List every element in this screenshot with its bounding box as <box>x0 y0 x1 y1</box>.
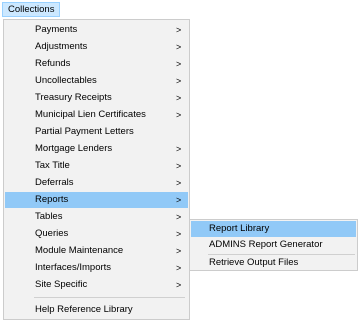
submenu-item-retrieve-output-files[interactable]: Retrieve Output Files <box>191 255 356 271</box>
menu-item-deferrals[interactable]: Deferrals > <box>5 175 188 191</box>
reports-submenu: Report Library ADMINS Report Generator R… <box>189 219 358 271</box>
menu-item-payments[interactable]: Payments > <box>5 22 188 38</box>
menu-item-label: Site Specific <box>35 279 88 290</box>
menu-item-help-reference-library[interactable]: Help Reference Library <box>5 302 188 318</box>
menu-item-label: Help Reference Library <box>35 304 133 315</box>
chevron-right-icon: > <box>176 280 182 290</box>
menu-separator <box>34 297 185 298</box>
menu-item-label: Tables <box>35 211 63 222</box>
menu-item-reports[interactable]: Reports > <box>5 192 188 208</box>
submenu-item-admins-report-generator[interactable]: ADMINS Report Generator <box>191 237 356 253</box>
chevron-right-icon: > <box>176 144 182 154</box>
menu-item-municipal-lien-certificates[interactable]: Municipal Lien Certificates > <box>5 107 188 123</box>
menu-item-label: Partial Payment Letters <box>35 126 134 137</box>
submenu-item-label: Retrieve Output Files <box>209 257 299 268</box>
menu-item-label: Refunds <box>35 58 71 69</box>
menu-item-label: Interfaces/Imports <box>35 262 112 273</box>
chevron-right-icon: > <box>176 76 182 86</box>
menu-item-module-maintenance[interactable]: Module Maintenance > <box>5 243 188 259</box>
collections-dropdown: Payments > Adjustments > Refunds > Uncol… <box>3 19 190 320</box>
submenu-item-label: Report Library <box>209 223 270 234</box>
chevron-right-icon: > <box>176 178 182 188</box>
menu-item-label: Reports <box>35 194 69 205</box>
chevron-right-icon: > <box>176 93 182 103</box>
chevron-right-icon: > <box>176 212 182 222</box>
menu-item-label: Deferrals <box>35 177 74 188</box>
chevron-right-icon: > <box>176 161 182 171</box>
chevron-right-icon: > <box>176 246 182 256</box>
menu-item-mortgage-lenders[interactable]: Mortgage Lenders > <box>5 141 188 157</box>
menu-collections[interactable]: Collections <box>2 2 61 17</box>
menu-item-site-specific[interactable]: Site Specific > <box>5 277 188 293</box>
menu-item-label: Payments <box>35 24 78 35</box>
menu-item-partial-payment-letters[interactable]: Partial Payment Letters <box>5 124 188 140</box>
menu-item-uncollectables[interactable]: Uncollectables > <box>5 73 188 89</box>
menu-item-adjustments[interactable]: Adjustments > <box>5 39 188 55</box>
menu-item-label: Mortgage Lenders <box>35 143 113 154</box>
menu-item-interfaces-imports[interactable]: Interfaces/Imports > <box>5 260 188 276</box>
menu-item-label: Queries <box>35 228 69 239</box>
menu-item-label: Tax Title <box>35 160 70 171</box>
chevron-right-icon: > <box>176 110 182 120</box>
menu-item-label: Municipal Lien Certificates <box>35 109 146 120</box>
menu-item-queries[interactable]: Queries > <box>5 226 188 242</box>
chevron-right-icon: > <box>176 195 182 205</box>
chevron-right-icon: > <box>176 263 182 273</box>
menu-item-label: Treasury Receipts <box>35 92 112 103</box>
menu-item-tables[interactable]: Tables > <box>5 209 188 225</box>
chevron-right-icon: > <box>176 59 182 69</box>
menu-item-label: Uncollectables <box>35 75 97 86</box>
submenu-item-report-library[interactable]: Report Library <box>191 221 356 237</box>
menu-item-treasury-receipts[interactable]: Treasury Receipts > <box>5 90 188 106</box>
menu-item-label: Adjustments <box>35 41 88 52</box>
chevron-right-icon: > <box>176 25 182 35</box>
submenu-item-label: ADMINS Report Generator <box>209 239 323 250</box>
chevron-right-icon: > <box>176 42 182 52</box>
menu-item-tax-title[interactable]: Tax Title > <box>5 158 188 174</box>
menu-item-label: Module Maintenance <box>35 245 124 256</box>
menu-bar: Collections <box>0 0 359 18</box>
menu-item-refunds[interactable]: Refunds > <box>5 56 188 72</box>
chevron-right-icon: > <box>176 229 182 239</box>
